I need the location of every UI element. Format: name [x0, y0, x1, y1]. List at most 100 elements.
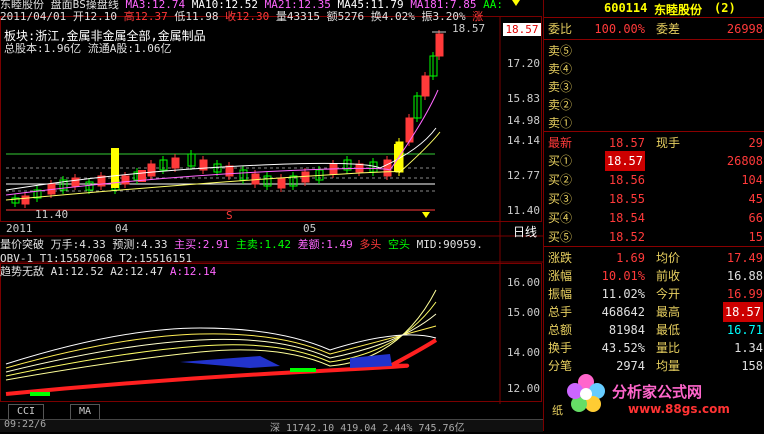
- status-index: 深 11742.10 419.04 2.44% 745.76亿: [270, 423, 465, 434]
- down-arrow-icon: [512, 0, 520, 6]
- buy-row: 买① 18.57 26808: [544, 151, 764, 171]
- candle-body: [147, 163, 156, 177]
- latest-value: 18.57: [608, 136, 645, 150]
- xianshou-value: 29: [748, 136, 763, 150]
- vol-indicator-value-4: 主卖:1.42: [235, 238, 298, 251]
- buy-volume: 15: [748, 230, 763, 244]
- candle-body: [383, 159, 392, 177]
- stat-row: 换手 43.52% 量比 1.34: [544, 338, 764, 358]
- tab-ma[interactable]: MA: [70, 404, 101, 419]
- trend-value-2: A2:12.47: [110, 265, 170, 278]
- price-tick-1583: 15.83: [506, 92, 540, 105]
- weicha-value: 26998: [726, 22, 763, 36]
- stat-value: 81984: [608, 323, 645, 337]
- current-price-tag: 18.57: [503, 23, 541, 36]
- candle-body: [121, 175, 130, 185]
- trend-green-segment: [30, 392, 50, 396]
- stat-value-2: 16.71: [726, 323, 763, 337]
- trend-tick-16: 16.00: [506, 276, 540, 289]
- candle-body: [435, 33, 444, 57]
- status-time: 09:22/6: [4, 419, 47, 430]
- vol-indicator-value-7: 空头: [388, 238, 417, 251]
- order-ratio-row: 委比 100.00% 委差 26998: [544, 19, 764, 39]
- trend-tick-15: 15.00: [506, 306, 540, 319]
- x-label-2011: 2011: [6, 222, 33, 235]
- price-tick-1277: 12.77: [506, 169, 540, 182]
- buy-row: 买② 18.56 104: [544, 170, 764, 190]
- chart-area[interactable]: 东睦股份 盘面BS操盘线 MA3:12.74 MA10:12.52 MA21:1…: [0, 0, 543, 434]
- weibi-label: 委比: [548, 22, 573, 36]
- period-label[interactable]: 日线: [513, 223, 537, 240]
- down-arrow-icon: [422, 212, 430, 218]
- sell-label: 卖③: [548, 80, 573, 94]
- obv-value-1: T1:15587068: [39, 252, 120, 265]
- ohlc-header-line: 2011/04/01 开12.10 高12.37 低11.98 收12.30 量…: [0, 10, 483, 23]
- trend-indicator: 趋势无敌 A1:12.52 A2:12.47 A:12.14: [0, 265, 216, 278]
- share-capital-info: 总股本:1.96亿 流通A股:1.06亿: [4, 42, 172, 55]
- weicha-label: 委差: [656, 22, 681, 36]
- stat-row: 涨跌 1.69 均价 17.49: [544, 248, 764, 268]
- x-label-05: 05: [303, 222, 317, 235]
- buy-row: 买⑤ 18.52 15: [544, 227, 764, 247]
- kline-chart[interactable]: [0, 0, 543, 431]
- candle-body: [277, 177, 286, 189]
- candle-body: [421, 75, 430, 97]
- stat-value: 11.02%: [601, 287, 645, 301]
- sell-row: 卖①: [544, 113, 764, 133]
- x-label-04: 04: [115, 222, 129, 235]
- watermark-title: 分析家公式网: [612, 383, 703, 401]
- stat-value: 2974: [616, 359, 645, 373]
- ma-line: [5, 131, 441, 201]
- stat-row: 振幅 11.02% 今开 16.99: [544, 284, 764, 304]
- ohlc-value-1: 开12.10: [72, 10, 124, 23]
- tab-cci[interactable]: CCI: [8, 404, 45, 419]
- buy-row: 买④ 18.54 66: [544, 208, 764, 228]
- sell-signal-marker: S: [226, 209, 233, 222]
- vol-indicator-value-5: 差额:1.49: [297, 238, 360, 251]
- candle-body: [171, 157, 180, 169]
- buy-label: 买⑤: [548, 230, 573, 244]
- stat-label: 涨跌: [548, 251, 573, 265]
- stock-count: (2): [714, 1, 736, 15]
- stat-label: 总手: [548, 305, 573, 319]
- stat-value-2: 17.49: [726, 251, 763, 265]
- buy-label: 买①: [548, 154, 573, 168]
- sell-row: 卖②: [544, 95, 764, 115]
- vol-indicator-value-1: 万手:4.33: [50, 238, 113, 251]
- buy-price: 18.55: [608, 192, 645, 206]
- stat-row: 总额 81984 最低 16.71: [544, 320, 764, 340]
- quote-panel: 600114 东睦股份 (2) 委比 100.00% 委差 26998 卖⑤ 卖④…: [543, 0, 764, 431]
- buy-volume: 104: [741, 173, 763, 187]
- ohlc-value-4: 收12.30: [225, 10, 276, 23]
- panel-footer-label: 纸: [552, 404, 563, 417]
- vol-indicator-value-3: 主买:2.91: [174, 238, 236, 251]
- buy-price: 18.54: [608, 211, 645, 225]
- trend-value-1: A1:12.52: [50, 265, 111, 278]
- trend-tick-12: 12.00: [506, 382, 540, 395]
- ohlc-value-7: 换4.02%: [370, 10, 422, 23]
- trend-base-line: [5, 338, 438, 396]
- obv-indicator: OBV-1 T1:15587068 T2:15516151: [0, 252, 192, 265]
- stock-code: 600114: [604, 1, 648, 15]
- buy-label: 买③: [548, 192, 573, 206]
- sell-row: 卖④: [544, 59, 764, 79]
- stat-value-2: 158: [741, 359, 763, 373]
- buy-volume: 26808: [726, 154, 763, 168]
- stat-label: 总额: [548, 323, 573, 337]
- trend-tick-14: 14.00: [506, 346, 540, 359]
- stat-label: 振幅: [548, 287, 573, 301]
- stat-value-2: 16.88: [726, 269, 763, 283]
- stat-row: 总手 468642 最高 18.57: [544, 302, 764, 322]
- trend-green-segment: [290, 368, 316, 372]
- trend-blue-segment: [180, 356, 280, 368]
- status-bar: 09:22/6 深 11742.10 419.04 2.44% 745.76亿: [0, 419, 543, 434]
- stat-value: 43.52%: [601, 341, 645, 355]
- trend-value-3: A:12.14: [169, 265, 217, 278]
- obv-value-2: T2:15516151: [119, 252, 193, 265]
- ma-line: [5, 127, 437, 191]
- latest-row: 最新 18.57 现手 29: [544, 133, 764, 153]
- high-price-label: 18.57: [452, 22, 486, 35]
- price-tick-1140: 11.40: [506, 204, 540, 217]
- vol-indicator-value-2: 预测:4.33: [112, 238, 175, 251]
- stat-label-2: 量比: [656, 341, 681, 355]
